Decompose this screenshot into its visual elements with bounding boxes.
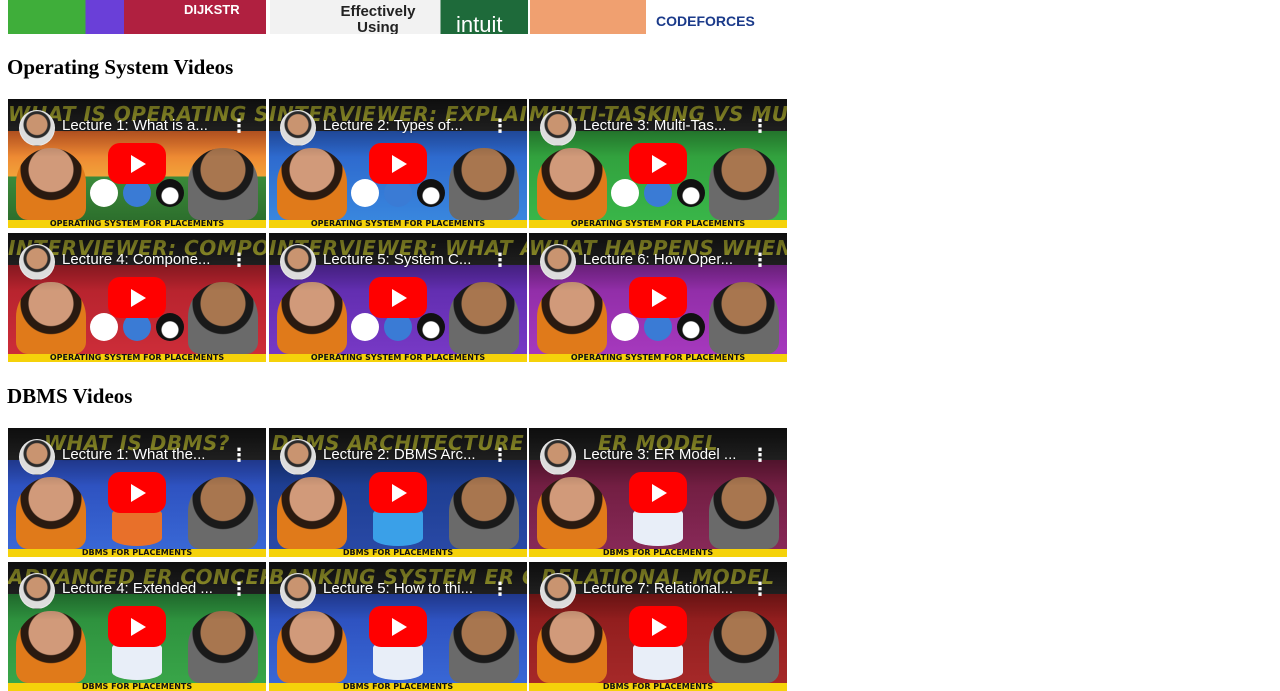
more-options-icon[interactable]: ⋮ xyxy=(491,579,509,599)
video-title[interactable]: Lecture 3: Multi-Tas... xyxy=(583,116,751,136)
video-embed[interactable]: ADVANCED ER CONCEPTSDBMS FOR PLACEMENTSL… xyxy=(8,562,266,691)
more-options-icon[interactable]: ⋮ xyxy=(230,250,248,270)
video-title[interactable]: Lecture 5: How to thi... xyxy=(323,579,491,599)
top-tile-4[interactable]: CODEFORCES xyxy=(530,0,788,34)
video-embed[interactable]: WHAT IS OPERATING SYSTEMS?OPERATING SYST… xyxy=(8,99,266,228)
video-embed[interactable]: ER MODELDBMS FOR PLACEMENTSLecture 3: ER… xyxy=(529,428,787,557)
more-options-icon[interactable]: ⋮ xyxy=(230,116,248,136)
play-button[interactable] xyxy=(108,143,166,184)
section-title-os: Operating System Videos xyxy=(7,55,234,79)
top-thumbnail-row: DIJKSTR Effectively Using intuit CODEFOR… xyxy=(8,0,788,34)
play-button[interactable] xyxy=(108,277,166,318)
play-button[interactable] xyxy=(369,606,427,647)
channel-avatar[interactable] xyxy=(540,244,576,280)
play-button[interactable] xyxy=(629,277,687,318)
video-grid-dbms: WHAT IS DBMS?DBMS FOR PLACEMENTSLecture … xyxy=(8,428,788,691)
channel-avatar[interactable] xyxy=(540,573,576,609)
top-tile-3[interactable]: Effectively Using intuit xyxy=(270,0,528,34)
video-embed[interactable]: RELATIONAL MODELDBMS FOR PLACEMENTSLectu… xyxy=(529,562,787,691)
video-title[interactable]: Lecture 4: Extended ... xyxy=(62,579,230,599)
video-embed[interactable]: INTERVIEWER: EXPLAIN TYPES OF OPERATING … xyxy=(269,99,527,228)
channel-avatar[interactable] xyxy=(280,439,316,475)
video-embed[interactable]: INTERVIEWER: COMPONENTS OF OPERATING SYS… xyxy=(8,233,266,362)
more-options-icon[interactable]: ⋮ xyxy=(751,579,769,599)
play-button[interactable] xyxy=(108,606,166,647)
play-button[interactable] xyxy=(108,472,166,513)
top-tile-3-text-b: intuit xyxy=(456,12,503,34)
channel-avatar[interactable] xyxy=(540,110,576,146)
more-options-icon[interactable]: ⋮ xyxy=(491,250,509,270)
video-embed[interactable]: DBMS ARCHITECTUREDBMS FOR PLACEMENTSLect… xyxy=(269,428,527,557)
channel-avatar[interactable] xyxy=(19,573,55,609)
more-options-icon[interactable]: ⋮ xyxy=(230,579,248,599)
video-title[interactable]: Lecture 1: What is a... xyxy=(62,116,230,136)
video-title[interactable]: Lecture 1: What the... xyxy=(62,445,230,465)
play-button[interactable] xyxy=(629,143,687,184)
section-title-dbms: DBMS Videos xyxy=(7,384,133,408)
video-title[interactable]: Lecture 3: ER Model ... xyxy=(583,445,751,465)
video-title[interactable]: Lecture 4: Compone... xyxy=(62,250,230,270)
channel-avatar[interactable] xyxy=(19,439,55,475)
video-title[interactable]: Lecture 7: Relational... xyxy=(583,579,751,599)
video-title[interactable]: Lecture 2: Types of... xyxy=(323,116,491,136)
channel-avatar[interactable] xyxy=(280,110,316,146)
top-tile-3-text-a: Effectively Using xyxy=(340,3,416,35)
more-options-icon[interactable]: ⋮ xyxy=(751,445,769,465)
play-button[interactable] xyxy=(369,472,427,513)
channel-avatar[interactable] xyxy=(19,110,55,146)
play-button[interactable] xyxy=(369,277,427,318)
video-embed[interactable]: WHAT HAPPENS WHEN YOU TURN ON YOUR COMPU… xyxy=(529,233,787,362)
more-options-icon[interactable]: ⋮ xyxy=(751,250,769,270)
video-embed[interactable]: BANKING SYSTEM ER CONCEPTSDBMS FOR PLACE… xyxy=(269,562,527,691)
channel-avatar[interactable] xyxy=(540,439,576,475)
video-embed[interactable]: WHAT IS DBMS?DBMS FOR PLACEMENTSLecture … xyxy=(8,428,266,557)
channel-avatar[interactable] xyxy=(19,244,55,280)
top-tile-1[interactable]: DIJKSTR xyxy=(8,0,266,34)
more-options-icon[interactable]: ⋮ xyxy=(491,445,509,465)
channel-avatar[interactable] xyxy=(280,244,316,280)
more-options-icon[interactable]: ⋮ xyxy=(751,116,769,136)
codeforces-logo-text: CODEFORCES xyxy=(656,13,755,29)
play-button[interactable] xyxy=(629,606,687,647)
channel-avatar[interactable] xyxy=(280,573,316,609)
video-grid-os: WHAT IS OPERATING SYSTEMS?OPERATING SYST… xyxy=(8,99,788,362)
video-title[interactable]: Lecture 6: How Oper... xyxy=(583,250,751,270)
more-options-icon[interactable]: ⋮ xyxy=(491,116,509,136)
play-button[interactable] xyxy=(369,143,427,184)
video-embed[interactable]: INTERVIEWER: WHAT ARE SYSTEM CALLS IN OP… xyxy=(269,233,527,362)
video-embed[interactable]: MULTI-TASKING VS MULTI-THREADINGOPERATIN… xyxy=(529,99,787,228)
top-tile-1-text: DIJKSTR xyxy=(184,2,240,17)
play-button[interactable] xyxy=(629,472,687,513)
video-title[interactable]: Lecture 5: System C... xyxy=(323,250,491,270)
more-options-icon[interactable]: ⋮ xyxy=(230,445,248,465)
video-title[interactable]: Lecture 2: DBMS Arc... xyxy=(323,445,491,465)
